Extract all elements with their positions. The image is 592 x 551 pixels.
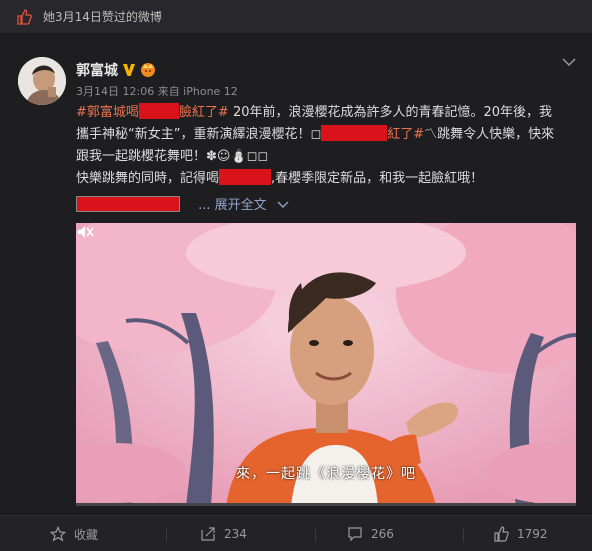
post-text: 跟我一起跳櫻花舞吧！✽☺⛄◻◻: [76, 149, 269, 164]
collect-label: 收藏: [74, 527, 99, 542]
post-text: 〽跳舞令人快樂，快來: [424, 127, 555, 142]
redaction: [138, 103, 179, 119]
post-text-line-3: 跟我一起跳櫻花舞吧！✽☺⛄◻◻: [76, 146, 268, 168]
repost-icon: [201, 527, 215, 541]
like-button[interactable]: 1792: [493, 516, 548, 551]
liked-by-text: 她3月14日赞过的微博: [43, 10, 162, 24]
redaction: [321, 125, 388, 141]
post-text-line-4: 快樂跳舞的同時，記得喝 ,春櫻季限定新品，和我一起臉紅哦！: [76, 168, 483, 190]
post-text-line-5: ... 展开全文: [76, 195, 289, 217]
chevron-down-icon[interactable]: [277, 201, 289, 209]
collect-button[interactable]: 收藏: [50, 516, 98, 551]
verified-v-icon[interactable]: [122, 62, 136, 78]
like-count: 1792: [517, 527, 548, 541]
hashtag-link-end[interactable]: 臉紅了#: [179, 105, 229, 120]
divider: [463, 528, 464, 542]
action-bar: 收藏 234 266 1792: [0, 515, 592, 551]
post-text: ,春櫻季限定新品，和我一起臉紅哦！: [271, 171, 484, 186]
post-text-line-2: 攜手神秘“新女主”，重新演繹浪漫櫻花！◻ 紅了#〽跳舞令人快樂，快來: [76, 124, 554, 146]
weibo-post-card: 郭富城 3月14日 12:06 来自 iPhone 12 #郭富城喝 臉紅了# 2…: [0, 40, 592, 515]
comment-count: 266: [371, 527, 394, 541]
video-progress-bar[interactable]: [76, 503, 576, 506]
mute-icon[interactable]: [76, 223, 94, 241]
post-text-line-1: #郭富城喝 臉紅了# 20年前，浪漫櫻花成為許多人的青春記憶。20年後，我: [76, 102, 552, 124]
expand-full-text-link[interactable]: ... 展开全文: [198, 198, 267, 213]
post-text: 攜手神秘“新女主”，重新演繹浪漫櫻花！◻: [76, 127, 322, 142]
divider: [166, 528, 167, 542]
post-meta: 3月14日 12:06 来自 iPhone 12: [76, 85, 238, 98]
member-crown-icon[interactable]: [139, 60, 157, 78]
redaction: [219, 169, 272, 185]
avatar[interactable]: [18, 57, 66, 105]
hashtag-link[interactable]: #郭富城喝: [76, 105, 139, 120]
comment-button[interactable]: 266: [347, 516, 394, 551]
author-name[interactable]: 郭富城: [76, 62, 118, 80]
liked-by-bar: 她3月14日赞过的微博: [0, 0, 592, 34]
hashtag-link[interactable]: 紅了#: [387, 127, 424, 142]
star-icon: [50, 526, 66, 542]
redaction: [76, 196, 180, 212]
thumbs-up-icon: [494, 526, 509, 542]
repost-count: 234: [224, 527, 247, 541]
post-text: 20年前，浪漫櫻花成為許多人的青春記憶。20年後，我: [228, 105, 553, 120]
repost-button[interactable]: 234: [200, 516, 247, 551]
divider: [315, 528, 316, 542]
video-player[interactable]: 來，一起跳《浪漫櫻花》吧: [76, 223, 576, 506]
comment-icon: [348, 527, 362, 542]
post-text: 快樂跳舞的同時，記得喝: [76, 171, 220, 186]
thumbs-up-icon: [17, 9, 32, 25]
chevron-down-icon[interactable]: [561, 57, 577, 67]
video-subtitle: 來，一起跳《浪漫櫻花》吧: [236, 466, 416, 482]
